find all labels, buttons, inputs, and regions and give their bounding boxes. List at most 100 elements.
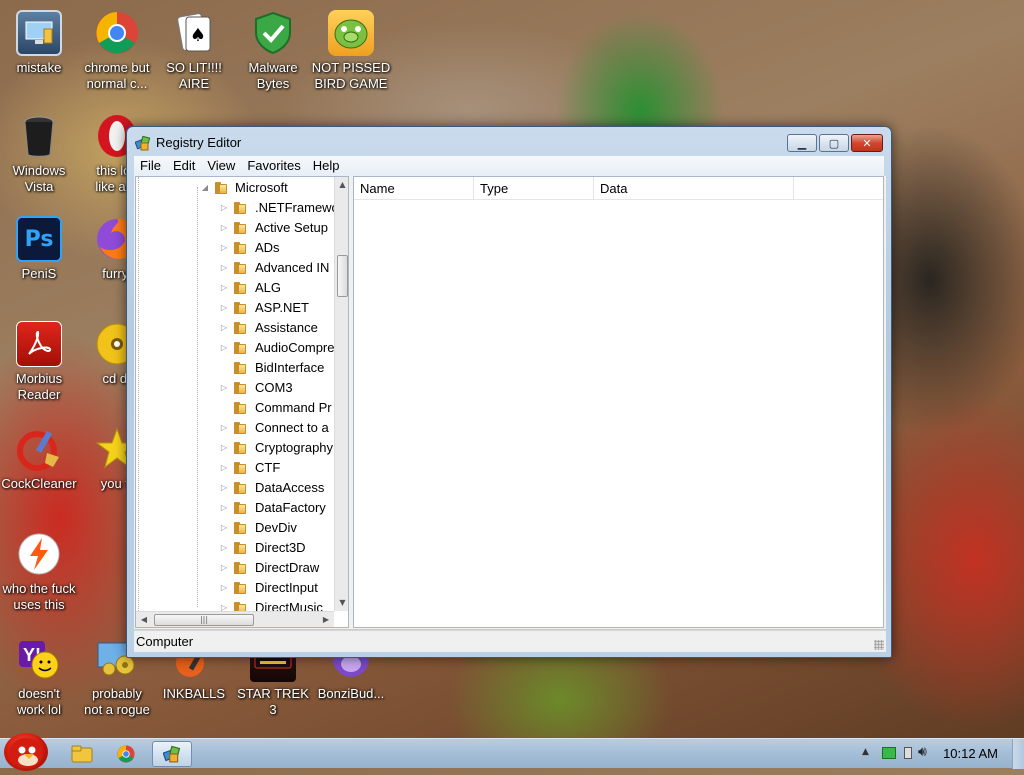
tree-node[interactable]: ▷ Direct3D [136, 538, 334, 558]
taskbar-explorer-button[interactable] [62, 741, 102, 767]
start-button[interactable] [4, 733, 48, 771]
tree-node[interactable]: ▷ DevDiv [136, 518, 334, 538]
tree-node[interactable]: ▷ Cryptography [136, 438, 334, 458]
network-icon[interactable] [882, 747, 896, 759]
tree-node[interactable]: ▷ Active Setup [136, 218, 334, 238]
expand-arrow-icon[interactable]: ▷ [219, 198, 229, 218]
expand-arrow-icon[interactable]: ▷ [219, 538, 229, 558]
title-bar[interactable]: Registry Editor ▁ ▢ ✕ [127, 127, 891, 157]
tree-node[interactable]: ▷ Connect to a [136, 418, 334, 438]
desktop-icon-photoshop[interactable]: Ps PeniS [0, 216, 79, 282]
volume-icon[interactable]: 🔊︎ [918, 744, 927, 760]
registry-tree-pane[interactable]: ◢ Microsoft ▷ .NETFramewo ▷ Active Setup ▷ AD… [135, 176, 349, 628]
column-header-name[interactable]: Name [354, 177, 474, 200]
desktop-icon-ccleaner[interactable]: CockCleaner [0, 426, 79, 492]
taskbar-chrome-button[interactable] [106, 741, 146, 767]
desktop-icon-solitaire[interactable]: ♠ SO LIT!!!! AIRE [154, 10, 234, 92]
folder-icon [233, 362, 247, 374]
expand-arrow-icon[interactable]: ▷ [219, 558, 229, 578]
client-area: ◢ Microsoft ▷ .NETFramewo ▷ Active Setup ▷ AD… [134, 176, 886, 629]
expand-arrow-icon[interactable]: ▷ [219, 378, 229, 398]
expand-arrow-icon[interactable]: ▷ [219, 498, 229, 518]
values-list-pane[interactable]: Name Type Data [353, 176, 884, 628]
tree-node[interactable]: BidInterface [136, 358, 334, 378]
tree-node[interactable]: ▷ DirectInput [136, 578, 334, 598]
expand-arrow-icon[interactable]: ▷ [219, 478, 229, 498]
resize-grip-icon[interactable] [874, 640, 884, 650]
scroll-left-arrow-icon[interactable]: ◀ [136, 612, 152, 627]
tree-node[interactable]: ▷ Advanced IN [136, 258, 334, 278]
menu-favorites[interactable]: Favorites [241, 156, 306, 176]
scroll-up-arrow-icon[interactable]: ▲ [335, 177, 348, 193]
folder-icon [233, 382, 247, 394]
tree-node-label: .NETFramewo [255, 200, 334, 215]
expand-arrow-icon[interactable]: ▷ [219, 338, 229, 358]
expand-arrow-icon[interactable]: ▷ [219, 238, 229, 258]
collapse-arrow-icon[interactable]: ◢ [200, 178, 210, 198]
tree-vertical-scrollbar[interactable]: ▲ ▼ [334, 177, 348, 611]
tree-node[interactable]: ▷ DataAccess [136, 478, 334, 498]
folder-icon [233, 262, 247, 274]
menu-file[interactable]: File [134, 156, 167, 176]
expand-arrow-icon[interactable]: ▷ [219, 218, 229, 238]
column-header-data[interactable]: Data [594, 177, 794, 200]
menu-edit[interactable]: Edit [167, 156, 201, 176]
desktop-icon-chrome[interactable]: chrome but normal c... [77, 10, 157, 92]
scroll-down-arrow-icon[interactable]: ▼ [335, 595, 348, 611]
folder-icon [233, 502, 247, 514]
tree-node[interactable]: ▷ CTF [136, 458, 334, 478]
expand-arrow-icon[interactable]: ▷ [219, 318, 229, 338]
tree-node[interactable]: ▷ ADs [136, 238, 334, 258]
desktop-icon-acrobat[interactable]: Morbius Reader [0, 321, 79, 403]
desktop-icon-windows-vista[interactable]: Windows Vista [0, 113, 79, 195]
minimize-button[interactable]: ▁ [787, 134, 817, 152]
expand-arrow-icon[interactable]: ▷ [219, 458, 229, 478]
expand-arrow-icon[interactable]: ▷ [219, 298, 229, 318]
expand-arrow-icon[interactable]: ▷ [219, 438, 229, 458]
tree-node-label: DirectInput [255, 580, 318, 595]
tree-node[interactable]: ▷ AudioCompre [136, 338, 334, 358]
folder-icon [233, 302, 247, 314]
desktop-icon-yahoo[interactable]: Y! doesn't work lol [0, 636, 79, 718]
expand-arrow-icon[interactable]: ▷ [219, 278, 229, 298]
scroll-thumb[interactable]: ||| [154, 614, 254, 626]
expand-arrow-icon[interactable]: ▷ [219, 578, 229, 598]
expand-arrow-icon[interactable]: ▷ [219, 598, 229, 611]
tree-node[interactable]: Command Pr [136, 398, 334, 418]
taskbar-registry-editor-button[interactable] [152, 741, 192, 767]
maximize-button[interactable]: ▢ [819, 134, 849, 152]
tree-node[interactable]: ▷ DirectDraw [136, 558, 334, 578]
desktop-icon-malwarebytes[interactable]: Malware Bytes [233, 10, 313, 92]
tree-node[interactable]: ▷ DataFactory [136, 498, 334, 518]
tree-node[interactable]: ▷ .NETFramewo [136, 198, 334, 218]
status-bar: Computer [134, 630, 886, 652]
tree-node[interactable]: ▷ ALG [136, 278, 334, 298]
tree-node[interactable]: ▷ ASP.NET [136, 298, 334, 318]
folder-icon [233, 202, 247, 214]
tree-node-microsoft[interactable]: ◢ Microsoft [136, 178, 334, 198]
tree-node[interactable]: ▷ Assistance [136, 318, 334, 338]
tree-node[interactable]: ▷ COM3 [136, 378, 334, 398]
show-desktop-button[interactable] [1012, 739, 1024, 769]
menu-view[interactable]: View [201, 156, 241, 176]
desktop-icon-bird-game[interactable]: NOT PISSED BIRD GAME [311, 10, 391, 92]
desktop-icon-mistake[interactable]: mistake [0, 10, 79, 76]
scroll-right-arrow-icon[interactable]: ▶ [318, 612, 334, 627]
close-button[interactable]: ✕ [851, 134, 883, 152]
registry-editor-window[interactable]: Registry Editor ▁ ▢ ✕ File Edit View Fav… [126, 126, 892, 658]
tree-horizontal-scrollbar[interactable]: ◀ ||| ▶ [136, 611, 334, 627]
action-center-icon[interactable] [904, 747, 912, 759]
expand-arrow-icon[interactable]: ▷ [219, 418, 229, 438]
tree-node-label: AudioCompre [255, 340, 334, 355]
desktop-icon-label: probably not a rogue [84, 686, 150, 717]
tree-node-label: Direct3D [255, 540, 306, 555]
column-header-type[interactable]: Type [474, 177, 594, 200]
scroll-thumb[interactable] [337, 255, 348, 297]
show-hidden-icons-arrow-icon[interactable]: ▲ [862, 747, 869, 757]
expand-arrow-icon[interactable]: ▷ [219, 258, 229, 278]
tree-node[interactable]: ▷ DirectMusic [136, 598, 334, 611]
expand-arrow-icon[interactable]: ▷ [219, 518, 229, 538]
clock[interactable]: 10:12 AM [943, 746, 998, 761]
desktop-icon-uses-this[interactable]: who the fuck uses this [0, 531, 79, 613]
menu-help[interactable]: Help [307, 156, 346, 176]
